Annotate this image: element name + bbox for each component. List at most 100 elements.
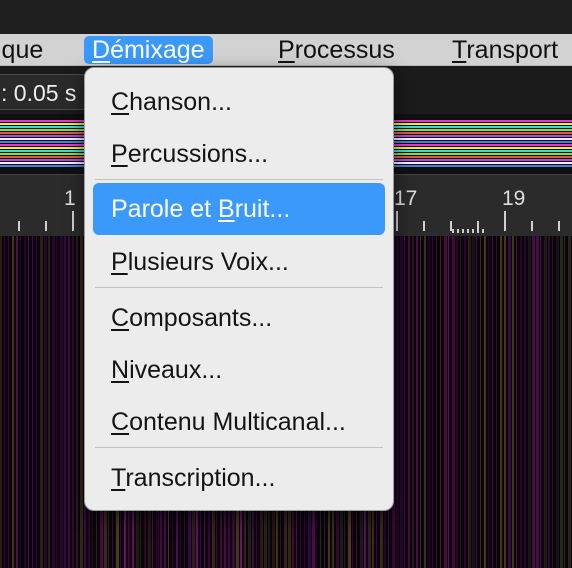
spectrogram-stripe — [472, 236, 475, 568]
spectrogram-stripe — [548, 236, 550, 568]
spectrogram-stripe — [4, 236, 5, 568]
spectrogram-stripe — [408, 236, 410, 568]
menu-demixage[interactable]: Démixage — [84, 36, 213, 64]
ruler-tick — [482, 229, 484, 233]
spectrogram-stripe — [16, 236, 18, 568]
menu-bar: ique Démixage Processus Transport — [0, 34, 572, 66]
spectrogram-stripe — [0, 236, 2, 568]
spectrogram-stripe — [452, 236, 455, 568]
ruler-label: 17 — [394, 187, 418, 210]
spectrogram-stripe — [432, 236, 433, 568]
spectrogram-stripe — [556, 236, 559, 568]
spectrogram-stripe — [568, 236, 571, 568]
spectrogram-stripe — [412, 236, 414, 568]
spectrogram-stripe — [28, 236, 29, 568]
menu-separator — [95, 447, 383, 448]
ruler-tick — [457, 229, 459, 233]
spectrogram-stripe — [456, 236, 458, 568]
spectrogram-stripe — [512, 236, 514, 568]
spectrogram-stripe — [468, 236, 471, 568]
spectrogram-stripe — [44, 236, 47, 568]
ruler-label: 1 — [64, 187, 76, 210]
demixage-dropdown-menu: Chanson... Percussions... Parole et Brui… — [84, 67, 394, 511]
ruler-tick — [72, 211, 74, 231]
spectrogram-stripe — [60, 236, 63, 568]
menu-item-plusieurs-voix[interactable]: Plusieurs Voix... — [93, 236, 385, 288]
ruler-tick — [467, 229, 469, 233]
menu-separator — [95, 287, 383, 288]
spectrogram-stripe — [440, 236, 441, 568]
spectrogram-stripe — [72, 236, 74, 568]
ruler-tick — [558, 221, 560, 231]
spectrogram-stripe — [524, 236, 526, 568]
spectrogram-stripe — [24, 236, 26, 568]
spectrogram-stripe — [476, 236, 477, 568]
ruler-tick — [45, 221, 47, 231]
spectrogram-stripe — [48, 236, 50, 568]
spectrogram-stripe — [480, 236, 481, 568]
spectrogram-stripe — [404, 236, 405, 568]
menu-partial-item[interactable]: ique — [0, 36, 51, 64]
spectrogram-stripe — [428, 236, 430, 568]
ruler-tick — [462, 229, 464, 233]
menu-item-transcription[interactable]: Transcription... — [93, 452, 385, 504]
ruler-tick — [18, 221, 20, 231]
spectrogram-stripe — [496, 236, 497, 568]
ruler-tick — [452, 229, 454, 233]
menu-processus[interactable]: Processus — [270, 36, 403, 64]
spectrogram-stripe — [560, 236, 563, 568]
spectrogram-stripe — [424, 236, 426, 568]
spectrogram-stripe — [56, 236, 57, 568]
ruler-tick — [504, 211, 506, 231]
spectrogram-stripe — [504, 236, 506, 568]
spectrogram-stripe — [520, 236, 522, 568]
spectrogram-stripe — [80, 236, 83, 568]
spectrogram-stripe — [488, 236, 489, 568]
menu-separator — [95, 179, 383, 180]
spectrogram-stripe — [36, 236, 37, 568]
spectrogram-stripe — [8, 236, 9, 568]
spectrogram-stripe — [20, 236, 21, 568]
spectrogram-stripe — [552, 236, 553, 568]
menu-item-chanson[interactable]: Chanson... — [93, 76, 385, 128]
menu-transport[interactable]: Transport — [444, 36, 566, 64]
ruler-label: 19 — [502, 187, 526, 210]
menu-item-niveaux[interactable]: Niveaux... — [93, 344, 385, 396]
spectrogram-stripe — [516, 236, 517, 568]
ruler-tick — [531, 221, 533, 231]
ruler-tick — [423, 221, 425, 231]
spectrogram-stripe — [544, 236, 547, 568]
spectrogram-stripe — [448, 236, 449, 568]
spectrogram-stripe — [40, 236, 43, 568]
ruler-tick — [396, 211, 398, 231]
spectrogram-stripe — [436, 236, 437, 568]
spectrogram-stripe — [492, 236, 493, 568]
spectrogram-stripe — [528, 236, 531, 568]
spectrogram-stripe — [508, 236, 511, 568]
spectrogram-stripe — [52, 236, 55, 568]
menu-item-percussions[interactable]: Percussions... — [93, 128, 385, 180]
menu-item-parole-et-bruit[interactable]: Parole et Bruit... — [93, 183, 385, 235]
ruler-tick — [477, 229, 479, 233]
spectrogram-stripe — [32, 236, 33, 568]
title-strip — [0, 0, 572, 34]
spectrogram-stripe — [76, 236, 78, 568]
spectrogram-stripe — [564, 236, 565, 568]
spectrogram-stripe — [460, 236, 461, 568]
spectrogram-stripe — [540, 236, 541, 568]
spectrogram-stripe — [500, 236, 502, 568]
menu-item-contenu-multicanal[interactable]: Contenu Multicanal... — [93, 396, 385, 448]
spectrogram-stripe — [464, 236, 466, 568]
step-size-field[interactable]: : 0.05 s — [0, 74, 86, 110]
spectrogram-stripe — [12, 236, 14, 568]
spectrogram-stripe — [532, 236, 535, 568]
spectrogram-stripe — [396, 236, 399, 568]
spectrogram-stripe — [68, 236, 70, 568]
ruler-tick — [472, 229, 474, 233]
spectrogram-stripe — [484, 236, 486, 568]
spectrogram-stripe — [400, 236, 403, 568]
menu-item-composants[interactable]: Composants... — [93, 292, 385, 344]
spectrogram-stripe — [64, 236, 66, 568]
spectrogram-stripe — [420, 236, 421, 568]
spectrogram-stripe — [416, 236, 418, 568]
